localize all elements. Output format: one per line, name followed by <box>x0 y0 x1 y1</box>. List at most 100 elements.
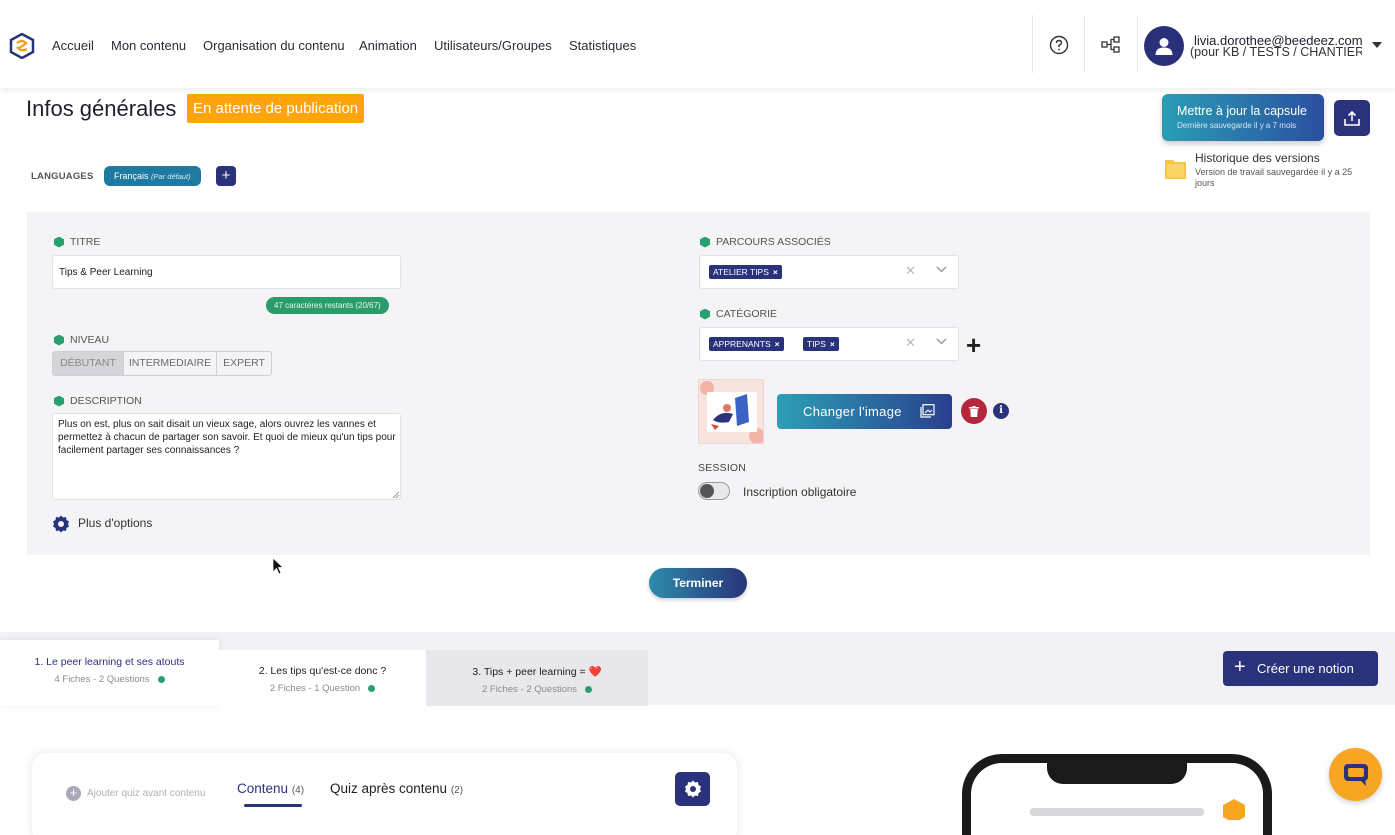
notion-tab-2[interactable]: 2. Les tips qu'est-ce donc ? 2 Fiches - … <box>219 650 426 706</box>
level-label: NIVEAU <box>54 334 109 346</box>
tab-quiz-after[interactable]: Quiz après contenu (2) <box>330 781 463 796</box>
plus-icon: + <box>1234 656 1246 678</box>
chat-icon <box>1343 763 1368 786</box>
level-expert[interactable]: EXPERT <box>216 351 272 376</box>
phone-notch <box>1047 754 1187 784</box>
session-label: SESSION <box>698 462 747 474</box>
finish-button[interactable]: Terminer <box>649 568 747 598</box>
language-chip-default: (Par défaut) <box>151 172 191 181</box>
title-input-value: Tips & Peer Learning <box>59 267 153 278</box>
language-chip-fr[interactable]: Français (Par défaut) <box>104 166 201 186</box>
nav-organisation[interactable]: Organisation du contenu <box>203 38 345 53</box>
tab-content[interactable]: Contenu (4) <box>237 781 304 796</box>
category-tag[interactable]: APPRENANTS × <box>709 337 784 351</box>
title-char-counter: 47 caractères restants (20/67) <box>266 297 389 314</box>
category-label-text: CATÉGORIE <box>716 308 778 320</box>
hexagon-icon <box>54 236 64 248</box>
editor-settings-button[interactable] <box>675 772 710 806</box>
clear-icon[interactable]: ✕ <box>905 263 916 279</box>
create-notion-button[interactable]: + Créer une notion <box>1223 651 1378 686</box>
upload-icon <box>1344 110 1360 126</box>
notion-sub: 2 Fiches - 1 Question <box>269 683 361 694</box>
paths-label-text: PARCOURS ASSOCIÉS <box>716 236 831 248</box>
chevron-down-icon[interactable] <box>936 337 947 348</box>
notion-title: 3. Tips + peer learning = ❤️ <box>472 666 602 678</box>
status-dot <box>368 684 376 692</box>
nav-animation[interactable]: Animation <box>359 38 417 53</box>
folder-icon[interactable] <box>1165 157 1186 179</box>
tab-content-label: Contenu <box>237 781 289 796</box>
hexagon-icon <box>54 395 64 407</box>
chevron-down-icon[interactable] <box>936 265 947 276</box>
language-chip-label: Français <box>114 171 149 181</box>
image-icon <box>920 404 935 418</box>
remove-tag-icon[interactable]: × <box>773 267 778 277</box>
divider <box>1032 15 1033 73</box>
tab-content-count: (4) <box>291 785 305 796</box>
divider <box>1084 15 1085 73</box>
notion-tab-1[interactable]: 1. Le peer learning et ses atouts 4 Fich… <box>0 640 219 706</box>
add-quiz-label: Ajouter quiz avant contenu <box>87 788 206 799</box>
nav-mon-contenu[interactable]: Mon contenu <box>111 38 186 53</box>
hexagon-badge-icon <box>1223 799 1245 820</box>
app-logo-icon[interactable] <box>9 32 35 60</box>
path-tag-label: ATELIER TIPS <box>713 267 769 277</box>
chevron-down-icon[interactable] <box>1372 42 1382 48</box>
languages-label: LANGUAGES <box>31 171 94 182</box>
mandatory-registration-label: Inscription obligatoire <box>743 485 857 499</box>
gear-icon <box>684 780 701 798</box>
notion-title: 1. Le peer learning et ses atouts <box>34 656 185 668</box>
more-options-link[interactable]: Plus d'options <box>78 516 152 530</box>
toggle-knob <box>700 484 714 498</box>
remove-tag-icon[interactable]: × <box>775 339 780 349</box>
category-label: CATÉGORIE <box>700 308 777 320</box>
divider <box>1137 15 1138 73</box>
add-quiz-before-button[interactable]: + Ajouter quiz avant contenu <box>66 786 205 801</box>
add-language-button[interactable]: + <box>216 166 236 186</box>
title-label: TITRE <box>54 236 100 248</box>
notion-tab-3[interactable]: 3. Tips + peer learning = ❤️ 2 Fiches - … <box>426 650 648 706</box>
level-debutant[interactable]: DÉBUTANT <box>52 351 124 376</box>
tab-quiz-label: Quiz après contenu <box>330 781 448 796</box>
change-image-button[interactable]: Changer l'image <box>777 394 952 429</box>
category-tag-label: APPRENANTS <box>713 339 771 349</box>
gear-icon[interactable] <box>51 514 71 534</box>
hexagon-icon <box>700 308 710 320</box>
version-history-link[interactable]: Historique des versions <box>1195 151 1320 165</box>
title-label-text: TITRE <box>70 236 101 248</box>
update-capsule-button[interactable]: Mettre à jour la capsule Dernière sauveg… <box>1162 94 1324 141</box>
create-notion-label: Créer une notion <box>1257 661 1354 676</box>
hierarchy-icon[interactable] <box>1100 34 1122 56</box>
path-tag[interactable]: ATELIER TIPS × <box>709 265 782 279</box>
help-icon[interactable] <box>1048 34 1070 56</box>
hexagon-icon <box>54 334 64 346</box>
clear-icon[interactable]: ✕ <box>905 335 916 351</box>
paths-label: PARCOURS ASSOCIÉS <box>700 236 831 248</box>
status-dot <box>585 685 593 693</box>
level-intermediaire[interactable]: INTERMEDIAIRE <box>123 351 217 376</box>
remove-tag-icon[interactable]: × <box>830 339 835 349</box>
add-category-icon[interactable]: + <box>966 330 981 361</box>
phone-progress-bar <box>1030 808 1204 816</box>
info-icon[interactable]: i <box>993 403 1009 419</box>
category-tag[interactable]: TIPS × <box>803 337 839 351</box>
title-input[interactable]: Tips & Peer Learning <box>52 255 401 289</box>
upload-button[interactable] <box>1334 100 1370 136</box>
nav-accueil[interactable]: Accueil <box>52 38 94 53</box>
nav-utilisateurs[interactable]: Utilisateurs/Groupes <box>434 38 552 53</box>
status-badge: En attente de publication <box>187 94 365 123</box>
avatar[interactable] <box>1144 26 1184 66</box>
version-history-sub: Version de travail sauvegardée il y a 25… <box>1195 167 1353 188</box>
notion-title: 2. Les tips qu'est-ce donc ? <box>258 665 387 677</box>
description-label: DESCRIPTION <box>54 395 142 407</box>
chat-button[interactable] <box>1329 748 1382 801</box>
plus-circle-icon: + <box>66 786 81 801</box>
delete-image-button[interactable] <box>961 398 987 424</box>
update-button-label: Mettre à jour la capsule <box>1177 104 1307 118</box>
mandatory-registration-toggle[interactable] <box>698 482 730 500</box>
resize-handle-icon[interactable] <box>392 491 400 499</box>
top-navbar: Accueil Mon contenu Organisation du cont… <box>0 0 1395 88</box>
active-tab-indicator <box>244 804 302 807</box>
category-tag-label: TIPS <box>807 339 826 349</box>
nav-statistiques[interactable]: Statistiques <box>569 38 636 53</box>
